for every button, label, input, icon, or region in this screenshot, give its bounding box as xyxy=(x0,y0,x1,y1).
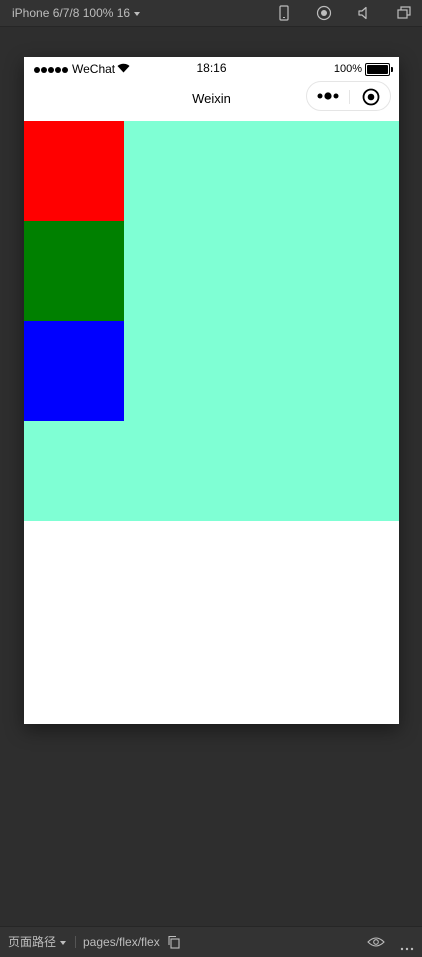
record-icon[interactable] xyxy=(315,4,333,22)
capsule-divider xyxy=(349,90,350,104)
chevron-down-icon xyxy=(60,940,67,945)
simulator-toolbar: iPhone 6/7/8 100% 16 xyxy=(0,0,422,27)
phone-icon[interactable] xyxy=(275,4,293,22)
flex-item-3 xyxy=(24,321,124,421)
more-icon[interactable] xyxy=(316,89,342,103)
device-label: iPhone 6/7/8 100% 16 xyxy=(12,6,131,20)
page-path-value: pages/flex/flex xyxy=(83,935,160,949)
copy-icon[interactable] xyxy=(167,935,181,949)
divider xyxy=(75,936,76,948)
window-icon[interactable] xyxy=(395,4,413,22)
page-path-label: 页面路径 xyxy=(8,935,57,949)
flex-item-2 xyxy=(24,221,124,321)
ellipsis-icon[interactable] xyxy=(400,940,414,951)
page-path-bar: 页面路径 pages/flex/flex xyxy=(0,926,422,957)
status-bar: WeChat 18:16 100% xyxy=(24,57,399,79)
menu-capsule xyxy=(306,81,391,111)
eye-icon[interactable] xyxy=(367,936,385,948)
chevron-down-icon xyxy=(134,11,141,16)
status-right: 100% xyxy=(333,62,393,76)
battery-icon xyxy=(365,62,393,76)
volume-icon[interactable] xyxy=(355,4,373,22)
navigation-bar: Weixin xyxy=(24,79,399,121)
battery-percent: 100% xyxy=(333,63,362,75)
flex-item-1 xyxy=(24,121,124,221)
page-path-selector[interactable]: 页面路径 xyxy=(8,935,67,949)
flex-container xyxy=(24,121,399,521)
close-miniprogram-icon[interactable] xyxy=(362,88,380,106)
phone-screen: WeChat 18:16 100% Weixin xyxy=(24,57,399,724)
device-selector[interactable]: iPhone 6/7/8 100% 16 xyxy=(12,6,141,20)
